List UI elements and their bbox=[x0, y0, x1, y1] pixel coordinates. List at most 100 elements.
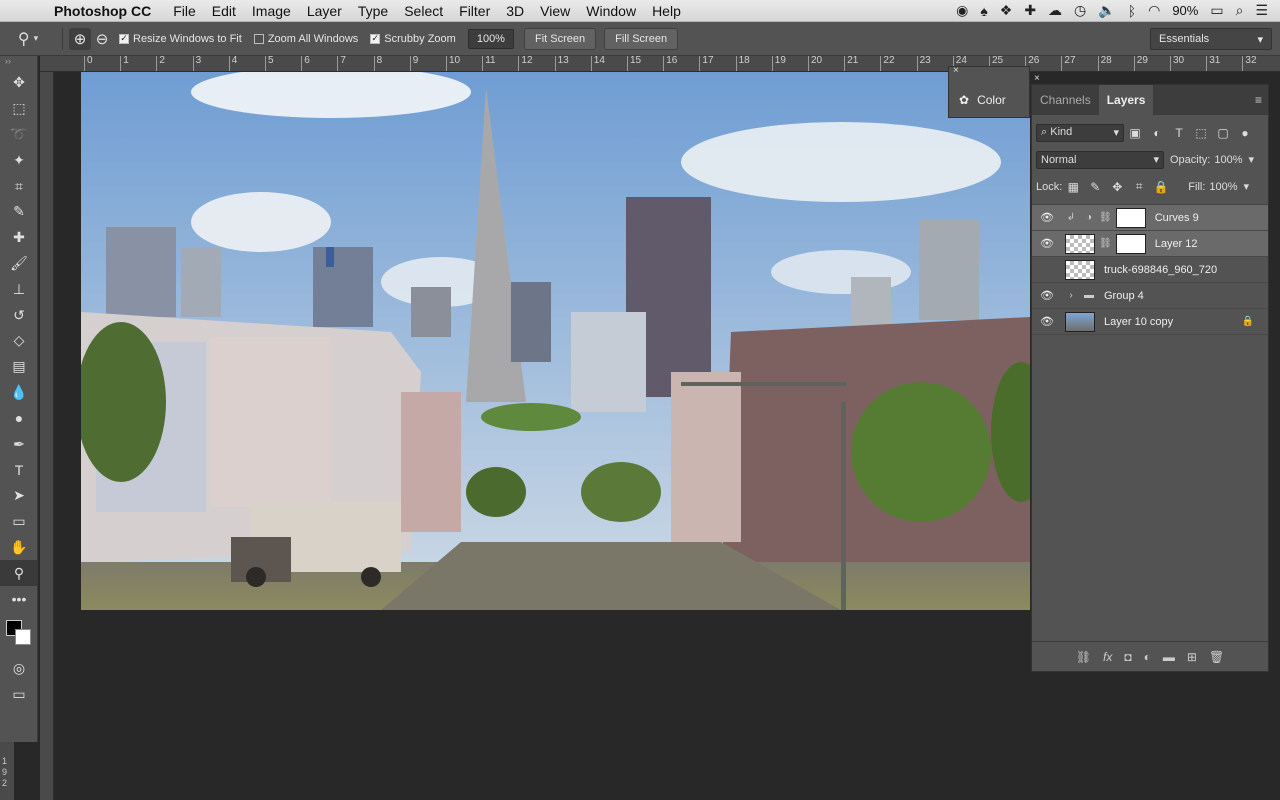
workspace-switcher[interactable]: Essentials ▾ bbox=[1150, 28, 1272, 50]
gradient-tool-icon[interactable]: ▤ bbox=[0, 354, 38, 380]
zoom-value-field[interactable]: 100% bbox=[467, 28, 514, 49]
layer-name[interactable]: Curves 9 bbox=[1155, 212, 1199, 224]
shape-filter-icon[interactable]: ⬚ bbox=[1190, 126, 1212, 140]
blur-tool-icon[interactable]: 💧 bbox=[0, 380, 38, 406]
resize-windows-checkbox[interactable]: ✓ Resize Windows to Fit bbox=[119, 33, 242, 45]
opacity-field[interactable]: 100% bbox=[1214, 154, 1242, 166]
hand-tool-icon[interactable]: ✋ bbox=[0, 534, 38, 560]
filter-kind-dropdown[interactable]: ⌕ Kind ▾ bbox=[1036, 123, 1124, 142]
menu-select[interactable]: Select bbox=[404, 3, 443, 19]
eyedropper-tool-icon[interactable]: ✎ bbox=[0, 199, 38, 225]
notification-center-icon[interactable]: ☰ bbox=[1255, 2, 1268, 19]
fit-screen-button[interactable]: Fit Screen bbox=[523, 27, 597, 50]
type-tool-icon[interactable]: T bbox=[0, 457, 38, 483]
trash-icon[interactable]: 🗑 bbox=[1209, 650, 1224, 664]
layer-mask-thumbnail[interactable] bbox=[1115, 233, 1146, 254]
fx-icon[interactable]: fx bbox=[1103, 650, 1112, 664]
menu-view[interactable]: View bbox=[540, 3, 570, 19]
new-group-icon[interactable]: ▬ bbox=[1163, 650, 1175, 664]
dropbox-icon[interactable]: ❖ bbox=[1000, 2, 1013, 19]
adjustment-filter-icon[interactable]: ◐ bbox=[1146, 126, 1168, 140]
menu-type[interactable]: Type bbox=[358, 3, 388, 19]
visibility-eye-icon[interactable]: 👁 bbox=[1032, 289, 1062, 302]
menu-3d[interactable]: 3D bbox=[506, 3, 524, 19]
panel-menu-icon[interactable]: ≡ bbox=[1255, 93, 1268, 107]
pen-tool-icon[interactable]: ✒ bbox=[0, 431, 38, 457]
eraser-tool-icon[interactable]: ◇ bbox=[0, 328, 38, 354]
menu-edit[interactable]: Edit bbox=[212, 3, 236, 19]
app-menu[interactable]: Photoshop CC bbox=[54, 3, 151, 19]
spotlight-icon[interactable]: ⌕ bbox=[1236, 2, 1244, 19]
menu-window[interactable]: Window bbox=[586, 3, 636, 19]
menu-file[interactable]: File bbox=[173, 3, 196, 19]
clone-stamp-tool-icon[interactable]: ⊥ bbox=[0, 276, 38, 302]
layer-mask-thumbnail[interactable] bbox=[1115, 207, 1146, 228]
type-filter-icon[interactable]: T bbox=[1168, 126, 1190, 140]
layer-thumbnail[interactable] bbox=[1065, 259, 1095, 280]
lock-transparency-icon[interactable]: ▦ bbox=[1062, 180, 1084, 194]
time-machine-icon[interactable]: ◷ bbox=[1074, 2, 1086, 19]
layer-thumbnail[interactable] bbox=[1065, 233, 1095, 254]
color-panel-collapsed[interactable]: × ✿ Color bbox=[948, 65, 1030, 118]
filter-toggle-icon[interactable]: ● bbox=[1234, 126, 1256, 140]
visibility-eye-icon[interactable]: 👁 bbox=[1032, 211, 1062, 224]
more-tools-icon[interactable]: ••• bbox=[0, 586, 38, 612]
wifi-icon[interactable]: ◠ bbox=[1148, 2, 1160, 19]
menu-help[interactable]: Help bbox=[652, 3, 681, 19]
quick-mask-icon[interactable]: ◎ bbox=[0, 656, 38, 682]
tool-preset-picker[interactable]: ⚲ ▾ bbox=[0, 29, 56, 49]
zoom-out-button[interactable]: ⊖ bbox=[91, 28, 113, 50]
path-selection-tool-icon[interactable]: ➤ bbox=[0, 483, 38, 509]
document-image[interactable] bbox=[81, 72, 1030, 610]
move-tool-icon[interactable]: ✥ bbox=[0, 70, 38, 96]
smart-object-filter-icon[interactable]: ▢ bbox=[1212, 126, 1234, 140]
lock-all-icon[interactable]: 🔒 bbox=[1150, 180, 1172, 194]
close-icon[interactable]: × bbox=[953, 65, 961, 76]
visibility-eye-icon[interactable]: 👁 bbox=[1032, 315, 1062, 328]
new-layer-icon[interactable]: ⊞ bbox=[1187, 650, 1197, 664]
fill-screen-button[interactable]: Fill Screen bbox=[604, 27, 679, 50]
layer-row[interactable]: 👁 ⛓ Layer 12 bbox=[1032, 231, 1268, 257]
chevron-down-icon[interactable]: ▾ bbox=[1249, 153, 1255, 166]
background-color-swatch[interactable] bbox=[15, 628, 31, 645]
chevron-right-icon[interactable]: › bbox=[1062, 290, 1080, 301]
layer-row[interactable]: 👁 ↲ ◑ ⛓ Curves 9 bbox=[1032, 205, 1268, 231]
color-swatches[interactable] bbox=[0, 612, 37, 656]
history-brush-tool-icon[interactable]: ↺ bbox=[0, 302, 38, 328]
layer-row[interactable]: 👁 truck-698846_960_720 bbox=[1032, 257, 1268, 283]
blend-mode-dropdown[interactable]: Normal ▾ bbox=[1036, 150, 1164, 169]
rectangle-tool-icon[interactable]: ▭ bbox=[0, 509, 38, 535]
screen-mode-icon[interactable]: ▭ bbox=[0, 682, 38, 708]
chevron-down-icon[interactable]: ▾ bbox=[1244, 180, 1250, 193]
color-panel-tab[interactable]: ✿ Color bbox=[959, 93, 1006, 107]
crop-tool-icon[interactable]: ⌗ bbox=[0, 173, 38, 199]
pixel-filter-icon[interactable]: ▣ bbox=[1124, 126, 1146, 140]
bluetooth-icon[interactable]: ᛒ bbox=[1128, 3, 1136, 19]
layer-name[interactable]: Group 4 bbox=[1104, 290, 1144, 302]
layer-thumbnail[interactable] bbox=[1065, 311, 1095, 332]
zoom-in-button[interactable]: ⊕ bbox=[69, 27, 91, 50]
visibility-eye-icon[interactable]: 👁 bbox=[1032, 237, 1062, 250]
menu-layer[interactable]: Layer bbox=[307, 3, 342, 19]
zoom-all-windows-checkbox[interactable]: Zoom All Windows bbox=[253, 33, 358, 45]
lasso-tool-icon[interactable]: ➰ bbox=[0, 122, 38, 148]
brush-tool-icon[interactable]: 🖌 bbox=[0, 251, 38, 277]
plus-icon[interactable]: ✚ bbox=[1024, 2, 1036, 19]
zoom-tool-icon[interactable]: ⚲ bbox=[0, 560, 38, 586]
tab-channels[interactable]: Channels bbox=[1032, 85, 1099, 115]
new-adjustment-icon[interactable]: ◐ bbox=[1144, 650, 1151, 664]
link-icon[interactable]: ⛓ bbox=[1099, 238, 1112, 249]
link-icon[interactable]: ⛓ bbox=[1099, 212, 1112, 223]
record-icon[interactable]: ◉ bbox=[956, 2, 968, 19]
battery-icon[interactable]: ▭ bbox=[1210, 2, 1223, 19]
lock-pixels-icon[interactable]: ✎ bbox=[1084, 180, 1106, 194]
magic-wand-tool-icon[interactable]: ✦ bbox=[0, 147, 38, 173]
lock-artboard-icon[interactable]: ⌗ bbox=[1128, 179, 1150, 194]
layer-row[interactable]: 👁 Layer 10 copy 🔒 bbox=[1032, 309, 1268, 335]
dodge-tool-icon[interactable]: ● bbox=[0, 405, 38, 431]
layer-name[interactable]: Layer 10 copy bbox=[1104, 316, 1173, 328]
menu-filter[interactable]: Filter bbox=[459, 3, 490, 19]
link-layers-icon[interactable]: ⛓ bbox=[1076, 650, 1091, 664]
creative-cloud-icon[interactable]: ☁ bbox=[1048, 2, 1062, 19]
add-mask-icon[interactable]: ◘ bbox=[1124, 650, 1131, 664]
